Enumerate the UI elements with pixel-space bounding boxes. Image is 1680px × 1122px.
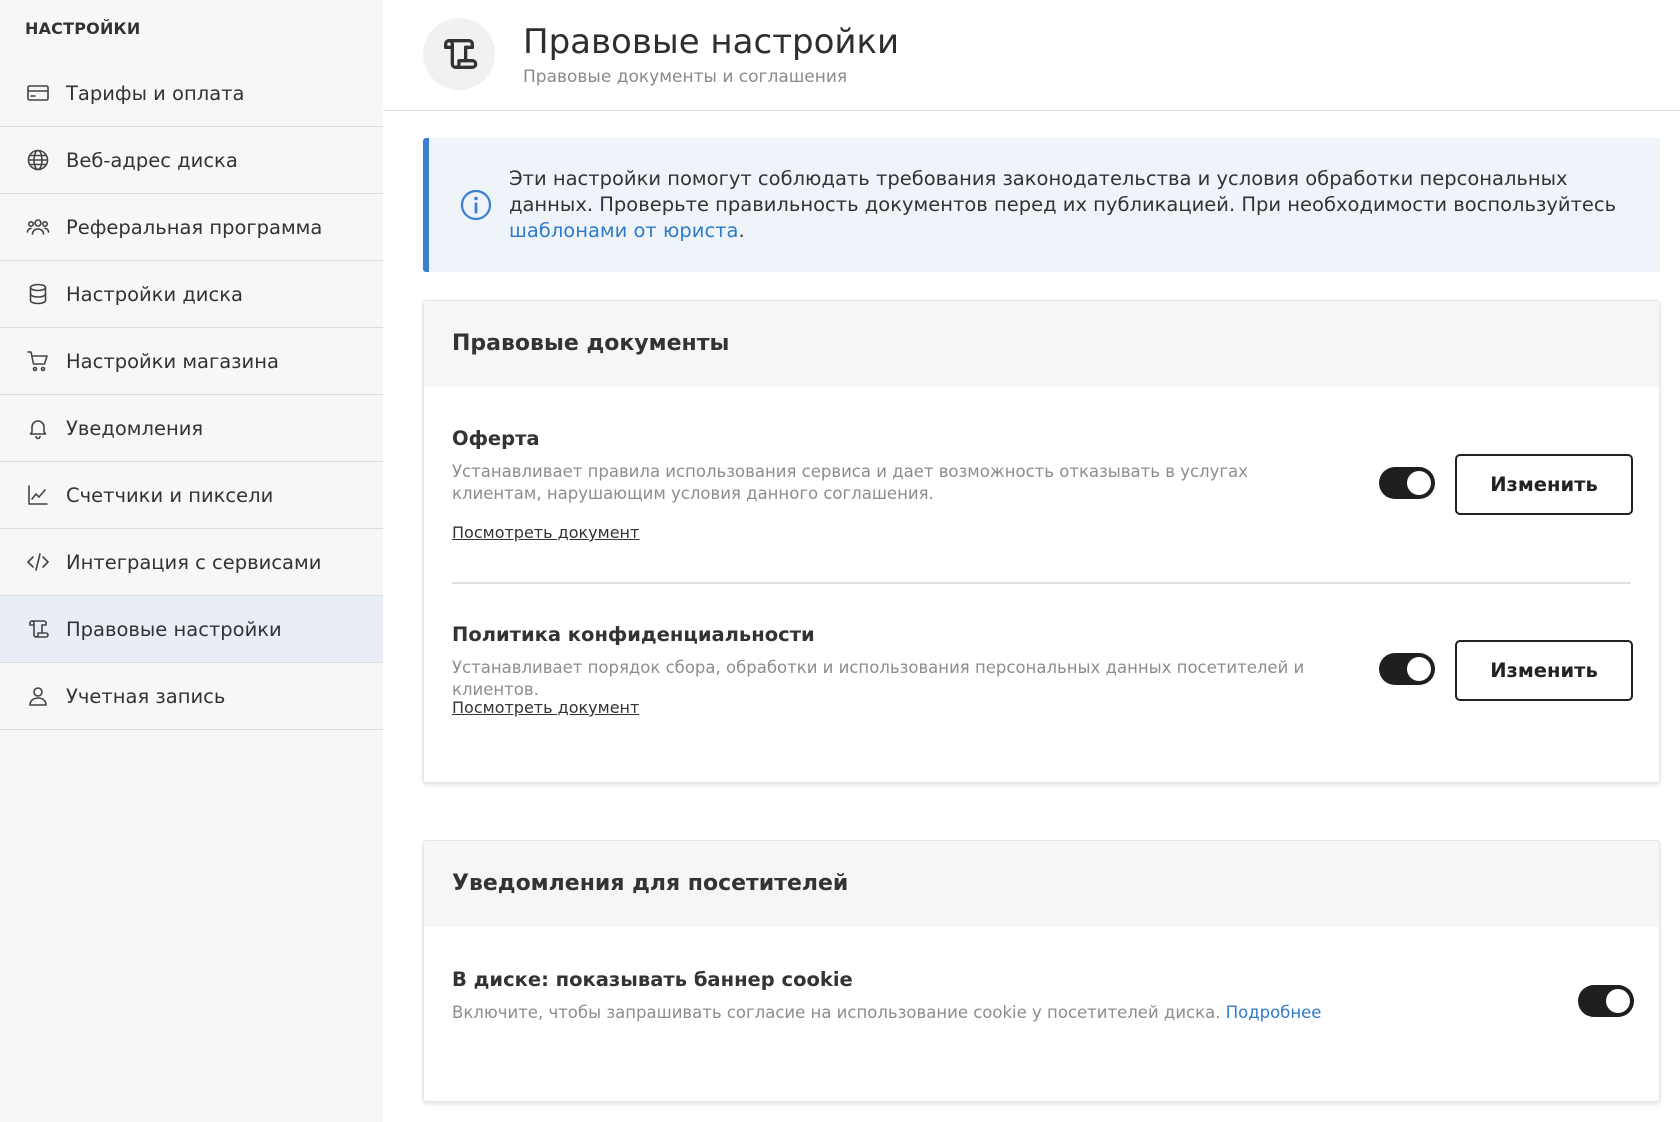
sidebar-item-referral[interactable]: Реферальная программа xyxy=(0,194,383,261)
sidebar-item-label: Реферальная программа xyxy=(66,215,323,239)
bell-icon xyxy=(26,416,50,440)
page-title: Правовые настройки xyxy=(523,22,900,62)
lawyer-templates-link[interactable]: шаблонами от юриста xyxy=(509,219,738,242)
privacy-view-document-link[interactable]: Посмотреть документ xyxy=(452,698,639,717)
legal-documents-card: Правовые документы Оферта Устанавливает … xyxy=(423,300,1660,783)
sidebar-item-tariffs[interactable]: Тарифы и оплата xyxy=(0,60,383,127)
sidebar-item-label: Интеграция с сервисами xyxy=(66,550,322,574)
sidebar-item-notifications[interactable]: Уведомления xyxy=(0,395,383,462)
scroll-icon xyxy=(423,18,495,90)
card-title: Уведомления для посетителей xyxy=(424,841,1659,927)
page-header: Правовые настройки Правовые документы и … xyxy=(383,0,1680,111)
cookie-banner-description: Включите, чтобы запрашивать согласие на … xyxy=(452,1002,1452,1024)
card-title: Правовые документы xyxy=(424,301,1659,387)
cart-icon xyxy=(26,349,50,373)
visitor-notifications-card: Уведомления для посетителей В диске: пок… xyxy=(423,840,1660,1102)
cookie-description-text: Включите, чтобы запрашивать согласие на … xyxy=(452,1003,1221,1022)
cookie-more-link[interactable]: Подробнее xyxy=(1226,1003,1322,1022)
info-text-end: . xyxy=(738,219,745,242)
info-text-body: Эти настройки помогут соблюдать требован… xyxy=(509,167,1617,216)
credit-card-icon xyxy=(26,81,50,105)
offer-description: Устанавливает правила использования серв… xyxy=(452,462,1248,503)
offer-title: Оферта xyxy=(452,427,540,450)
sidebar-item-label: Правовые настройки xyxy=(66,617,282,641)
sidebar: НАСТРОЙКИ Тарифы и оплата Веб-адрес диск… xyxy=(0,0,383,1122)
privacy-toggle[interactable] xyxy=(1379,653,1435,685)
sidebar-item-label: Настройки магазина xyxy=(66,349,279,373)
sidebar-item-account[interactable]: Учетная запись xyxy=(0,663,383,730)
privacy-description: Устанавливает порядок сбора, обработки и… xyxy=(452,658,1305,699)
sidebar-item-legal-settings[interactable]: Правовые настройки xyxy=(0,596,383,663)
cookie-banner-title: В диске: показывать баннер cookie xyxy=(452,968,853,991)
info-icon xyxy=(459,188,493,222)
toggle-knob xyxy=(1606,989,1630,1013)
offer-view-document-link[interactable]: Посмотреть документ xyxy=(452,523,639,542)
sidebar-heading: НАСТРОЙКИ xyxy=(25,19,141,38)
sidebar-item-disk-settings[interactable]: Настройки диска xyxy=(0,261,383,328)
globe-icon xyxy=(26,148,50,172)
toggle-knob xyxy=(1407,471,1431,495)
privacy-edit-button[interactable]: Изменить xyxy=(1455,640,1633,701)
sidebar-item-label: Тарифы и оплата xyxy=(66,81,245,105)
sidebar-item-label: Уведомления xyxy=(66,416,204,440)
toggle-knob xyxy=(1407,657,1431,681)
sidebar-item-label: Настройки диска xyxy=(66,282,243,306)
cookie-banner-toggle[interactable] xyxy=(1578,985,1634,1017)
offer-toggle[interactable] xyxy=(1379,467,1435,499)
users-icon xyxy=(26,215,50,239)
sidebar-item-counters[interactable]: Счетчики и пиксели xyxy=(0,462,383,529)
offer-edit-button[interactable]: Изменить xyxy=(1455,454,1633,515)
privacy-title: Политика конфиденциальности xyxy=(452,623,815,646)
sidebar-item-store-settings[interactable]: Настройки магазина xyxy=(0,328,383,395)
chart-line-icon xyxy=(26,483,50,507)
sidebar-item-label: Веб-адрес диска xyxy=(66,148,238,172)
main-content: Правовые настройки Правовые документы и … xyxy=(383,0,1680,1122)
row-divider xyxy=(452,582,1631,584)
code-icon xyxy=(26,550,50,574)
sidebar-item-integrations[interactable]: Интеграция с сервисами xyxy=(0,529,383,596)
sidebar-item-label: Счетчики и пиксели xyxy=(66,483,274,507)
scroll-icon xyxy=(26,617,50,641)
sidebar-item-label: Учетная запись xyxy=(66,684,226,708)
database-icon xyxy=(26,282,50,306)
info-banner: Эти настройки помогут соблюдать требован… xyxy=(423,138,1660,272)
info-text: Эти настройки помогут соблюдать требован… xyxy=(509,166,1619,244)
page-subtitle: Правовые документы и соглашения xyxy=(523,67,848,87)
user-icon xyxy=(26,684,50,708)
sidebar-item-web-address[interactable]: Веб-адрес диска xyxy=(0,127,383,194)
